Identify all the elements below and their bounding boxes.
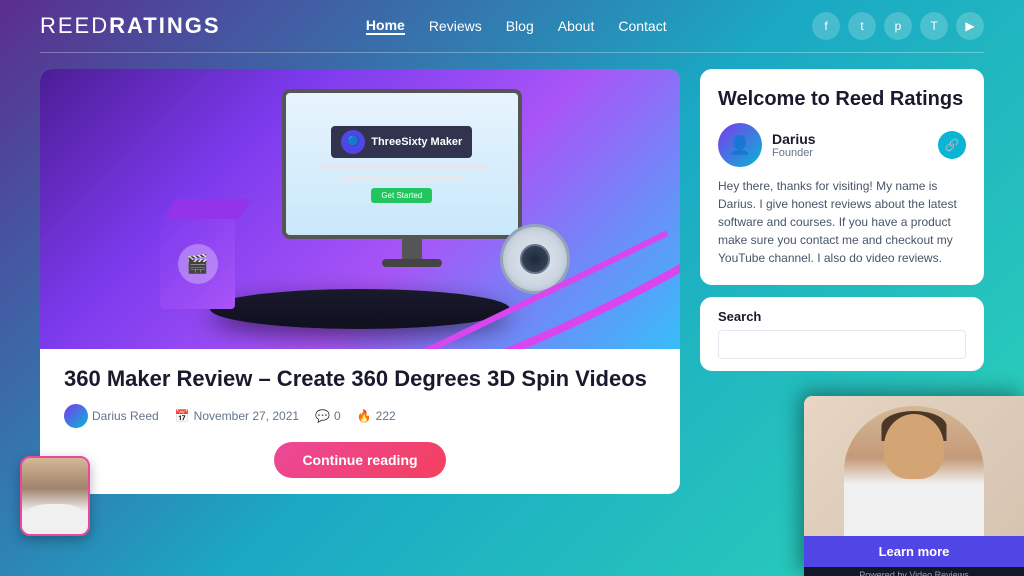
search-input[interactable] — [718, 330, 966, 359]
article-meta: Darius Reed 📅 November 27, 2021 💬 0 🔥 22… — [64, 404, 656, 428]
tumblr-icon[interactable]: T — [920, 12, 948, 40]
author-role: Founder — [772, 147, 928, 159]
video-popup: Learn more Powered by Video Reviews — [804, 396, 1024, 576]
author-avatar: 👤 — [718, 123, 762, 167]
powered-by-label: Powered by Video Reviews — [804, 567, 1024, 576]
learn-more-button[interactable]: Learn more — [804, 536, 1024, 567]
author-social-icon[interactable]: 🔗 — [938, 131, 966, 159]
social-icons: f t p T ▶ — [812, 12, 984, 40]
logo: ReedRatings — [40, 13, 221, 39]
date-meta: 📅 November 27, 2021 — [175, 409, 299, 423]
nav-blog[interactable]: Blog — [506, 18, 534, 34]
pinterest-icon[interactable]: p — [884, 12, 912, 40]
monitor: 🔵 ThreeSixty Maker Get Started — [282, 89, 542, 269]
video-figure — [844, 406, 984, 536]
author-meta: Darius Reed — [64, 404, 159, 428]
likes-meta: 🔥 222 — [357, 409, 396, 423]
nav-home[interactable]: Home — [366, 17, 405, 35]
search-label: Search — [718, 309, 966, 324]
calendar-icon: 📅 — [175, 409, 190, 423]
article-title: 360 Maker Review – Create 360 Degrees 3D… — [64, 365, 656, 394]
welcome-card: Welcome to Reed Ratings 👤 Darius Founder… — [700, 69, 984, 285]
article-date: November 27, 2021 — [194, 409, 299, 423]
article-content: 360 Maker Review – Create 360 Degrees 3D… — [40, 349, 680, 494]
author-row: 👤 Darius Founder 🔗 — [718, 123, 966, 167]
likes-count: 222 — [376, 409, 396, 423]
author-name-meta: Darius Reed — [92, 409, 159, 423]
stage — [210, 289, 510, 329]
search-card: Search — [700, 297, 984, 371]
welcome-title: Welcome to Reed Ratings — [718, 87, 966, 111]
nav-contact[interactable]: Contact — [618, 18, 666, 34]
author-info: Darius Founder — [772, 131, 928, 159]
nav-reviews[interactable]: Reviews — [429, 18, 482, 34]
product-box: 🎬 — [140, 199, 240, 309]
facebook-icon[interactable]: f — [812, 12, 840, 40]
nav-about[interactable]: About — [558, 18, 595, 34]
header-divider — [40, 52, 984, 53]
like-icon: 🔥 — [357, 409, 372, 423]
header: ReedRatings Home Reviews Blog About Cont… — [0, 0, 1024, 52]
author-name: Darius — [772, 131, 928, 147]
comments-count: 0 — [334, 409, 341, 423]
author-avatar-small — [64, 404, 88, 428]
article-image: 🔵 ThreeSixty Maker Get Started 🎬 — [40, 69, 680, 349]
comment-icon: 💬 — [315, 409, 330, 423]
corner-avatar — [20, 456, 90, 536]
comments-meta: 💬 0 — [315, 409, 341, 423]
continue-reading-button[interactable]: Continue reading — [274, 442, 445, 478]
camera-360 — [500, 224, 570, 294]
welcome-text: Hey there, thanks for visiting! My name … — [718, 177, 966, 267]
main-nav: Home Reviews Blog About Contact — [366, 17, 667, 35]
youtube-icon[interactable]: ▶ — [956, 12, 984, 40]
corner-avatar-image — [22, 458, 88, 534]
article-card: 🔵 ThreeSixty Maker Get Started 🎬 — [40, 69, 680, 494]
video-person-area — [804, 396, 1024, 536]
twitter-icon[interactable]: t — [848, 12, 876, 40]
